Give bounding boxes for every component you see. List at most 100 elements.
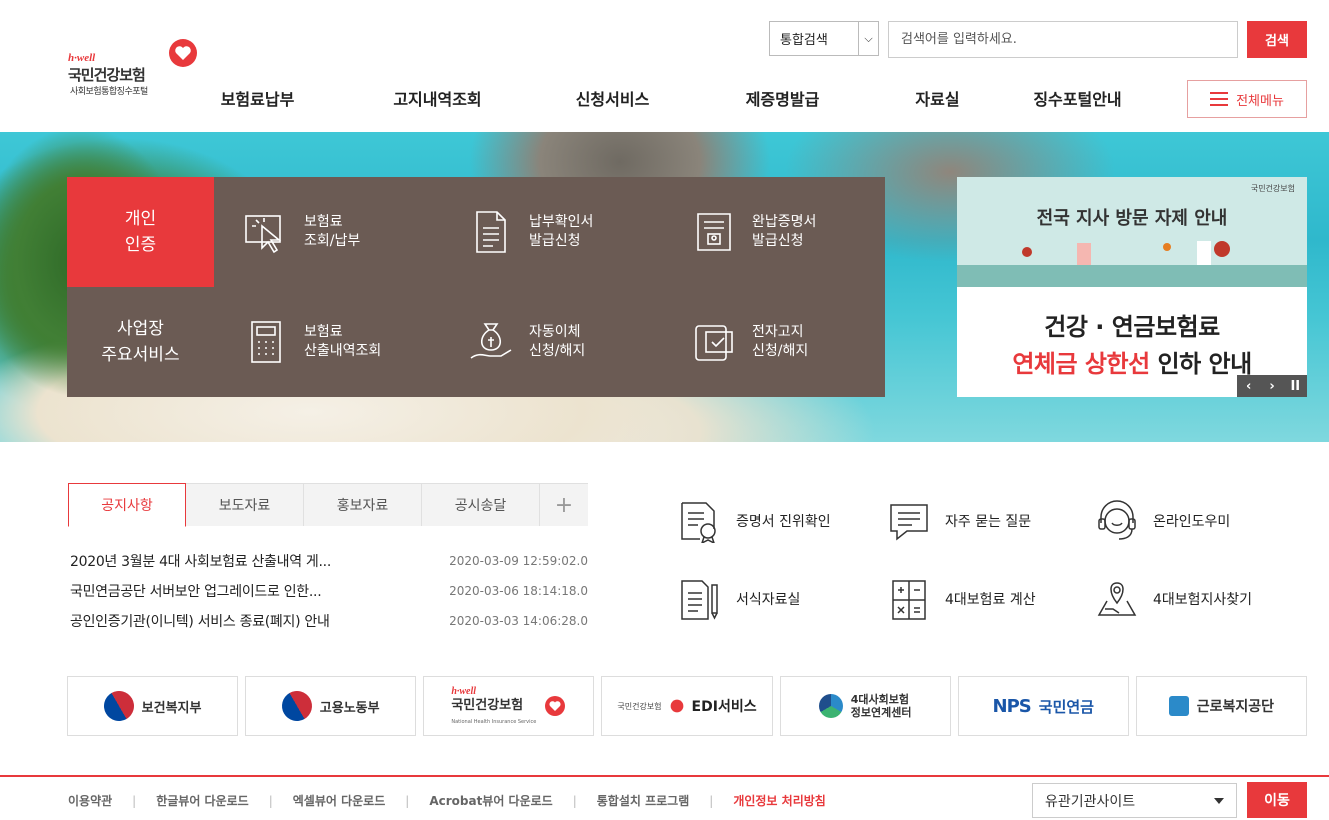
footer-link-privacy[interactable]: 개인정보 처리방침	[733, 792, 826, 809]
footer-link-acrobat-viewer[interactable]: Acrobat뷰어 다운로드	[429, 792, 552, 809]
tab-public-service[interactable]: 공시송달	[422, 483, 540, 526]
banner-stripe	[957, 265, 1307, 287]
service-label: 4대보험지사찾기	[1153, 592, 1253, 608]
go-button[interactable]: 이동	[1247, 782, 1307, 818]
more-plus-button[interactable]: +	[540, 483, 588, 526]
service-link-forms[interactable]: 서식자료실	[678, 574, 878, 624]
notice-title[interactable]: 2020년 3월분 4대 사회보험료 산출내역 게...	[70, 551, 331, 571]
quick-item-label: 전자고지	[752, 324, 804, 340]
footer-link-hwp-viewer[interactable]: 한글뷰어 다운로드	[156, 792, 249, 809]
banner-prev-button[interactable]: ‹	[1237, 375, 1260, 397]
calculator-icon	[251, 321, 281, 363]
search-scope-value: 통합검색	[780, 33, 828, 48]
quick-item-premium-payment[interactable]: 보험료조회/납부	[242, 177, 462, 287]
promo-banner[interactable]: 국민건강보험 전국 지사 방문 자제 안내 건강 · 연금보험료 연체금 상한선…	[957, 177, 1307, 397]
list-item[interactable]: 국민연금공단 서버보안 업그레이드로 인한... 2020-03-06 18:1…	[70, 576, 588, 606]
faq-chat-icon	[890, 504, 928, 541]
banner-controls: ‹ › II	[1237, 375, 1307, 397]
service-label: 4대보험료 계산	[945, 592, 1036, 608]
notice-list: 2020년 3월분 4대 사회보험료 산출내역 게... 2020-03-09 …	[70, 546, 588, 636]
logo-hwell: h·well	[68, 52, 96, 64]
search-button[interactable]: 검색	[1247, 21, 1307, 58]
tab-press[interactable]: 보도자료	[186, 483, 304, 526]
caret-down-icon	[1214, 797, 1224, 804]
org-link-nhis[interactable]: h·well 국민건강보험 National Health Insurance …	[423, 676, 595, 736]
e-notice-icon	[695, 325, 733, 361]
nav-item-application[interactable]: 신청서비스	[550, 86, 675, 114]
footer-divider	[0, 775, 1329, 777]
banner-pause-button[interactable]: II	[1284, 375, 1307, 397]
org-link-edi[interactable]: 국민건강보험 EDI서비스	[601, 676, 773, 736]
service-label: 서식자료실	[736, 592, 801, 608]
banner-line2: 연체금 상한선 인하 안내	[969, 344, 1295, 379]
quick-item-premium-calculation[interactable]: 보험료 산출내역조회	[242, 287, 462, 397]
quick-item-label: 조회/납부	[304, 233, 361, 249]
banner-bottom: 건강 · 연금보험료 연체금 상한선 인하 안내	[969, 295, 1295, 387]
banner-illustration	[1022, 241, 1230, 265]
service-label: 온라인도우미	[1153, 514, 1231, 530]
service-link-calculator[interactable]: 4대보험료 계산	[887, 574, 1087, 624]
footer-separator: |	[572, 793, 577, 808]
taegeuk-icon	[98, 685, 140, 727]
nav-item-archive[interactable]: 자료실	[890, 86, 985, 114]
calculator-icon	[892, 580, 926, 620]
banner-top: 국민건강보험 전국 지사 방문 자제 안내	[957, 177, 1307, 287]
banner-line2-red: 연체금 상한선	[1012, 350, 1150, 378]
service-link-online-helper[interactable]: 온라인도우미	[1095, 496, 1295, 546]
nav-item-notice-inquiry[interactable]: 고지내역조회	[325, 86, 550, 114]
tab-personal-auth[interactable]: 개인 인증	[67, 177, 214, 287]
banner-next-button[interactable]: ›	[1260, 375, 1283, 397]
org-name-line1: 4대사회보험	[850, 693, 910, 706]
org-link-kcomwel[interactable]: 근로복지공단	[1135, 676, 1307, 736]
tab-notice[interactable]: 공지사항	[68, 483, 186, 527]
main-navigation: 보험료납부 고지내역조회 신청서비스 제증명발급 자료실 징수포털안내	[190, 86, 1170, 114]
org-link-moel[interactable]: 고용노동부	[245, 676, 417, 736]
quick-item-label: 발급신청	[752, 233, 804, 249]
form-document-icon	[681, 580, 718, 620]
quick-item-payment-confirmation[interactable]: 납부확인서 발급신청	[467, 177, 687, 287]
org-link-4insurance[interactable]: 4대사회보험 정보연계센터	[779, 676, 951, 736]
partner-org-links: 보건복지부 고용노동부 h·well 국민건강보험 National Healt…	[67, 676, 1307, 736]
service-link-branch-finder[interactable]: 4대보험지사찾기	[1095, 574, 1295, 624]
org-name: 근로복지공단	[1196, 699, 1275, 715]
org-link-mohw[interactable]: 보건복지부	[67, 676, 239, 736]
quick-item-full-payment-cert[interactable]: 완납증명서 발급신청	[690, 177, 910, 287]
service-link-faq[interactable]: 자주 묻는 질문	[887, 496, 1087, 546]
list-item[interactable]: 2020년 3월분 4대 사회보험료 산출내역 게... 2020-03-09 …	[70, 546, 588, 576]
org-name: 국민건강보험	[451, 697, 524, 713]
service-link-cert-verify[interactable]: 증명서 진위확인	[678, 496, 878, 546]
site-logo[interactable]: h·well 국민건강보험 사회보험통합징수포털	[68, 38, 208, 100]
quick-item-e-notice[interactable]: 전자고지 신청/해지	[690, 287, 910, 397]
org-link-nps[interactable]: NPS 국민연금	[957, 676, 1129, 736]
quick-item-auto-transfer[interactable]: 자동이체 신청/해지	[467, 287, 687, 397]
nav-item-payment[interactable]: 보험료납부	[190, 86, 325, 114]
heart-logo-icon	[670, 699, 683, 713]
nav-item-certificate[interactable]: 제증명발급	[675, 86, 890, 114]
all-menu-button[interactable]: 전체메뉴	[1187, 80, 1307, 118]
tab-personal-line2: 인증	[124, 235, 157, 255]
service-label: 자주 묻는 질문	[945, 514, 1032, 530]
heart-logo-icon	[545, 696, 566, 716]
nav-item-portal-guide[interactable]: 징수포털안내	[985, 86, 1170, 114]
notice-title[interactable]: 공인인증기관(이니텍) 서비스 종료(폐지) 안내	[70, 611, 330, 631]
banner-line2-rest: 인하 안내	[1149, 350, 1253, 378]
list-item[interactable]: 공인인증기관(이니텍) 서비스 종료(폐지) 안내 2020-03-03 14:…	[70, 606, 588, 636]
footer-separator: |	[405, 793, 410, 808]
tab-business-services[interactable]: 사업장 주요서비스	[67, 287, 214, 397]
search-scope-select[interactable]: 통합검색 ⌵	[769, 21, 879, 56]
service-label: 증명서 진위확인	[736, 514, 831, 530]
org-sub: National Health Insurance Service	[451, 718, 537, 725]
quick-item-label: 보험료	[304, 214, 343, 230]
related-sites-select[interactable]: 유관기관사이트	[1032, 783, 1237, 818]
notice-date: 2020-03-06 18:14:18.0	[449, 584, 588, 598]
footer-link-terms[interactable]: 이용약관	[68, 792, 112, 809]
footer-links: 이용약관 | 한글뷰어 다운로드 | 엑셀뷰어 다운로드 | Acrobat뷰어…	[68, 792, 826, 809]
org-hwell: h·well	[451, 685, 477, 697]
footer-link-excel-viewer[interactable]: 엑셀뷰어 다운로드	[293, 792, 386, 809]
tab-promotion[interactable]: 홍보자료	[304, 483, 422, 526]
footer-link-installer[interactable]: 통합설치 프로그램	[597, 792, 690, 809]
notice-title[interactable]: 국민연금공단 서버보안 업그레이드로 인한...	[70, 581, 322, 601]
search-input[interactable]	[888, 21, 1238, 58]
org-small-name: 국민건강보험	[617, 701, 662, 711]
quick-item-label: 보험료	[304, 324, 343, 340]
